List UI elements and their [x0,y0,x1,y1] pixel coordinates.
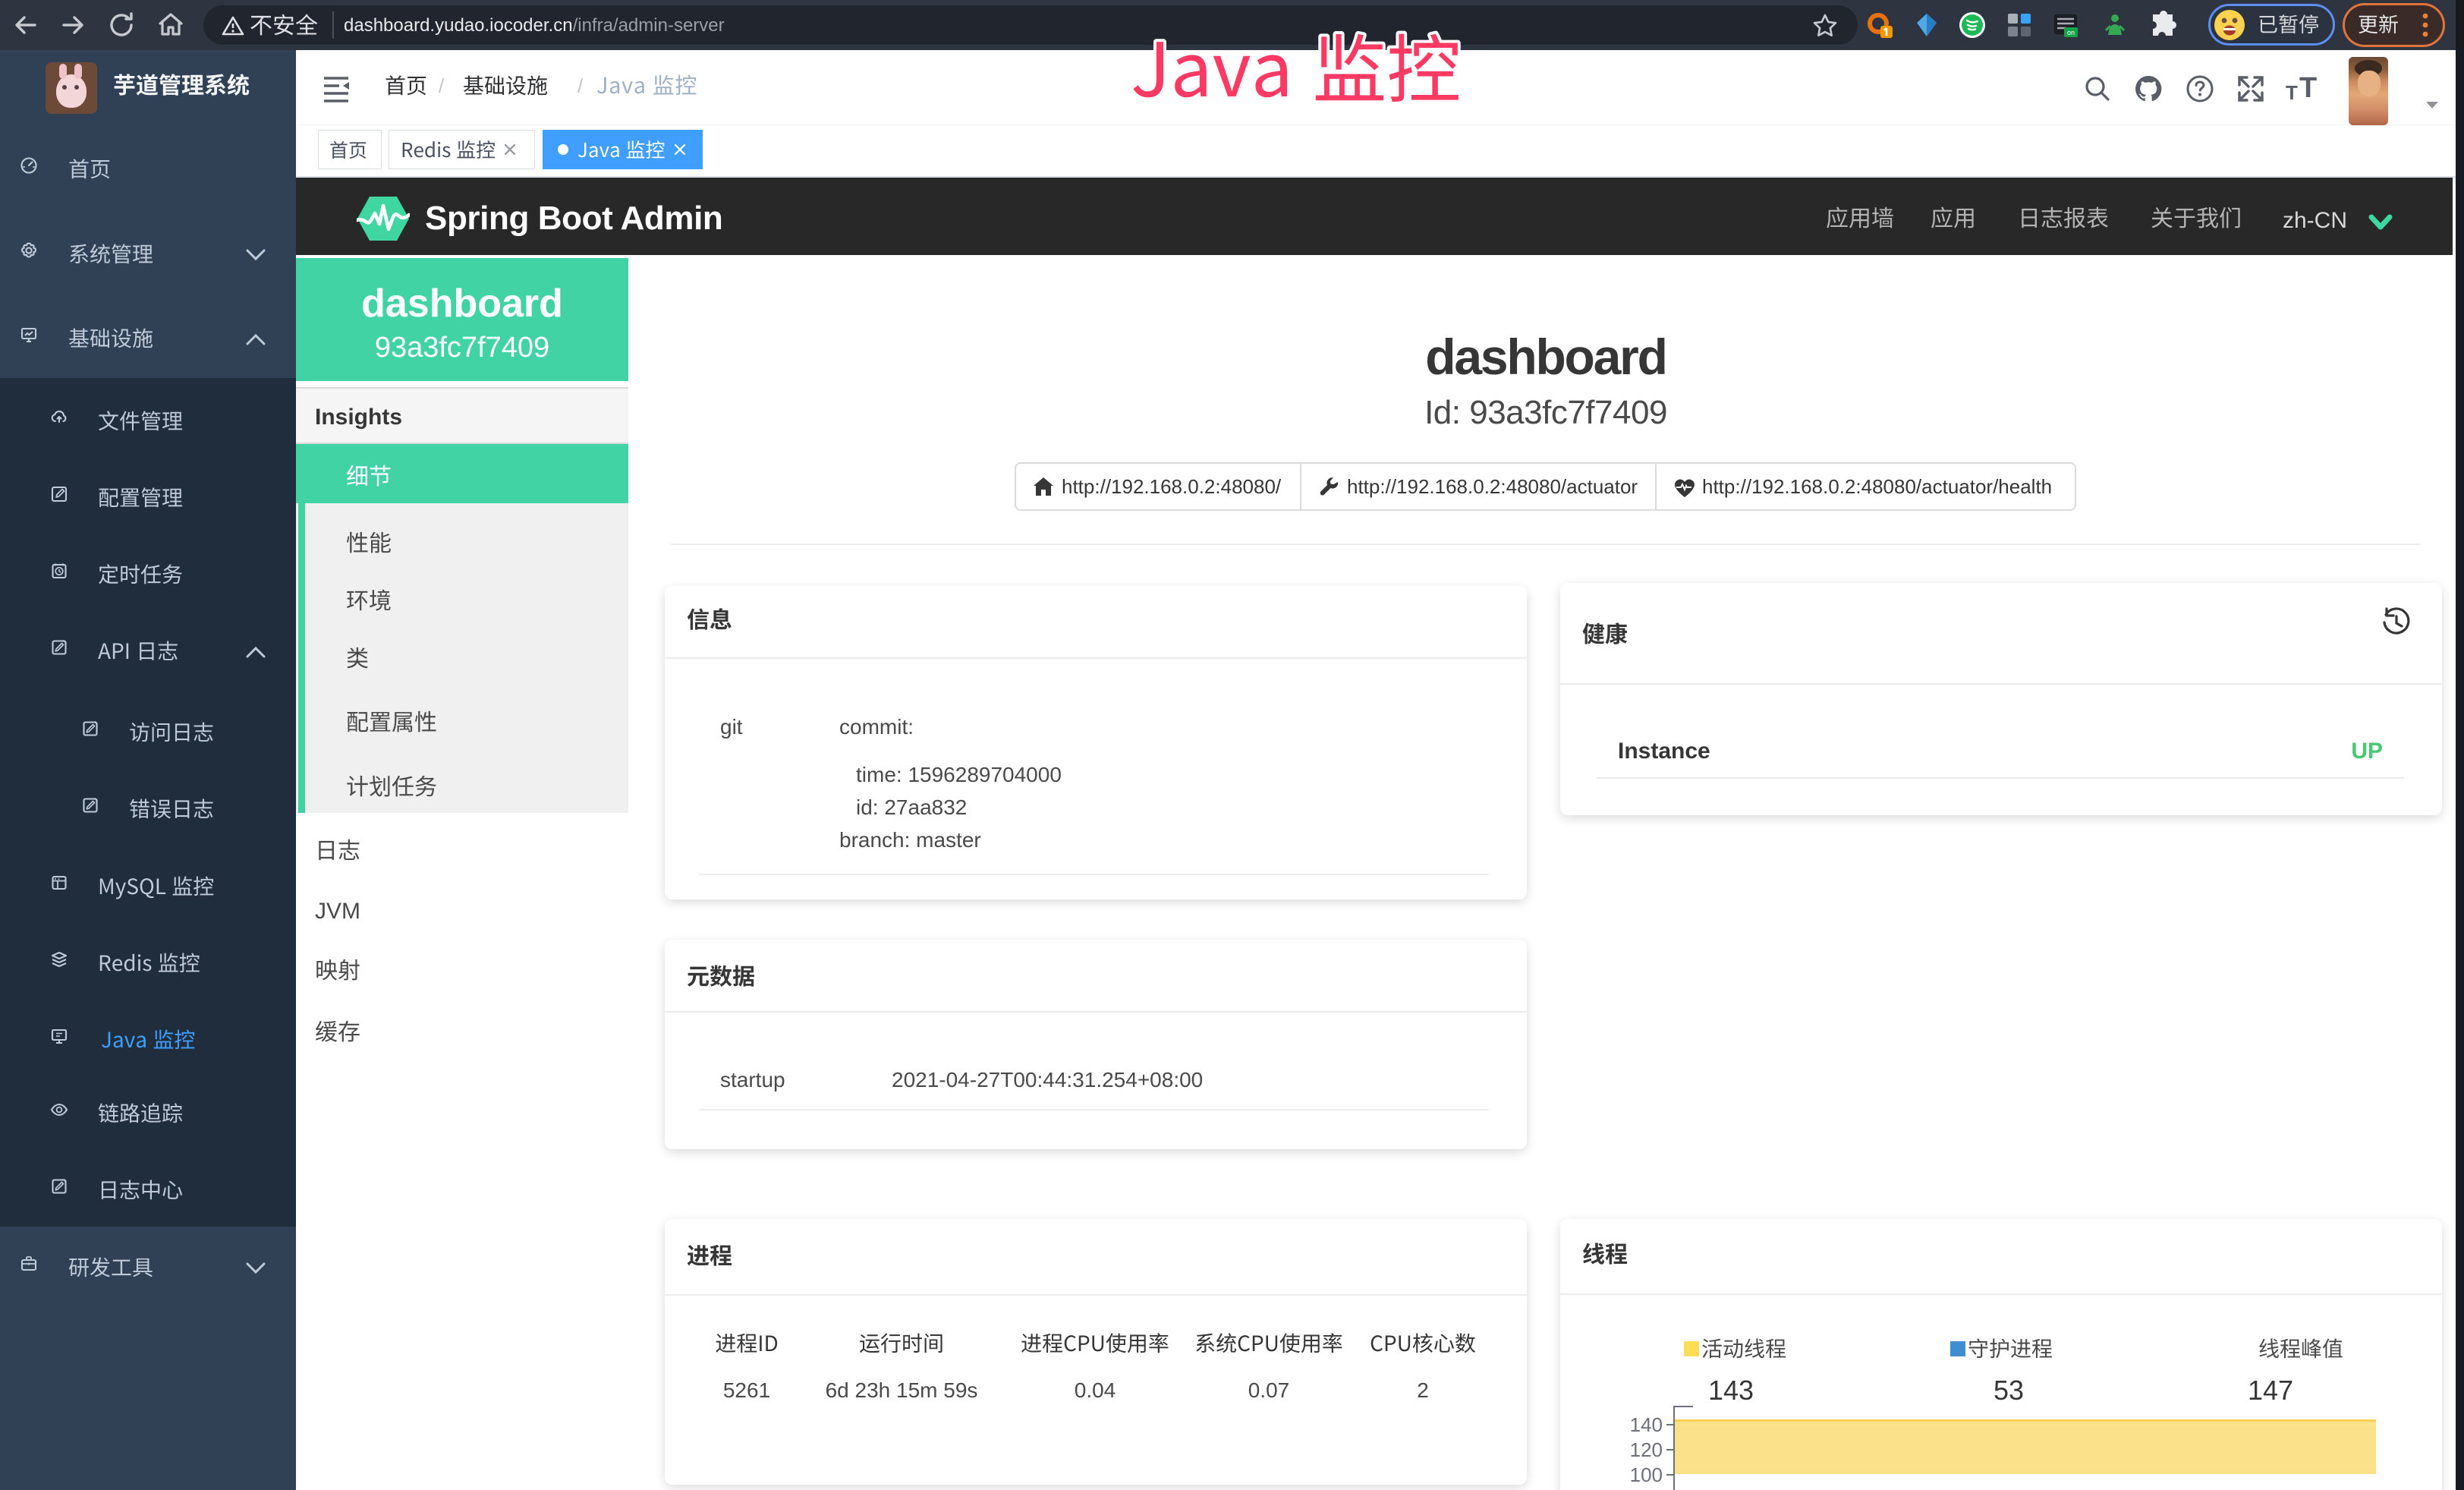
svg-text:on: on [2067,29,2075,36]
